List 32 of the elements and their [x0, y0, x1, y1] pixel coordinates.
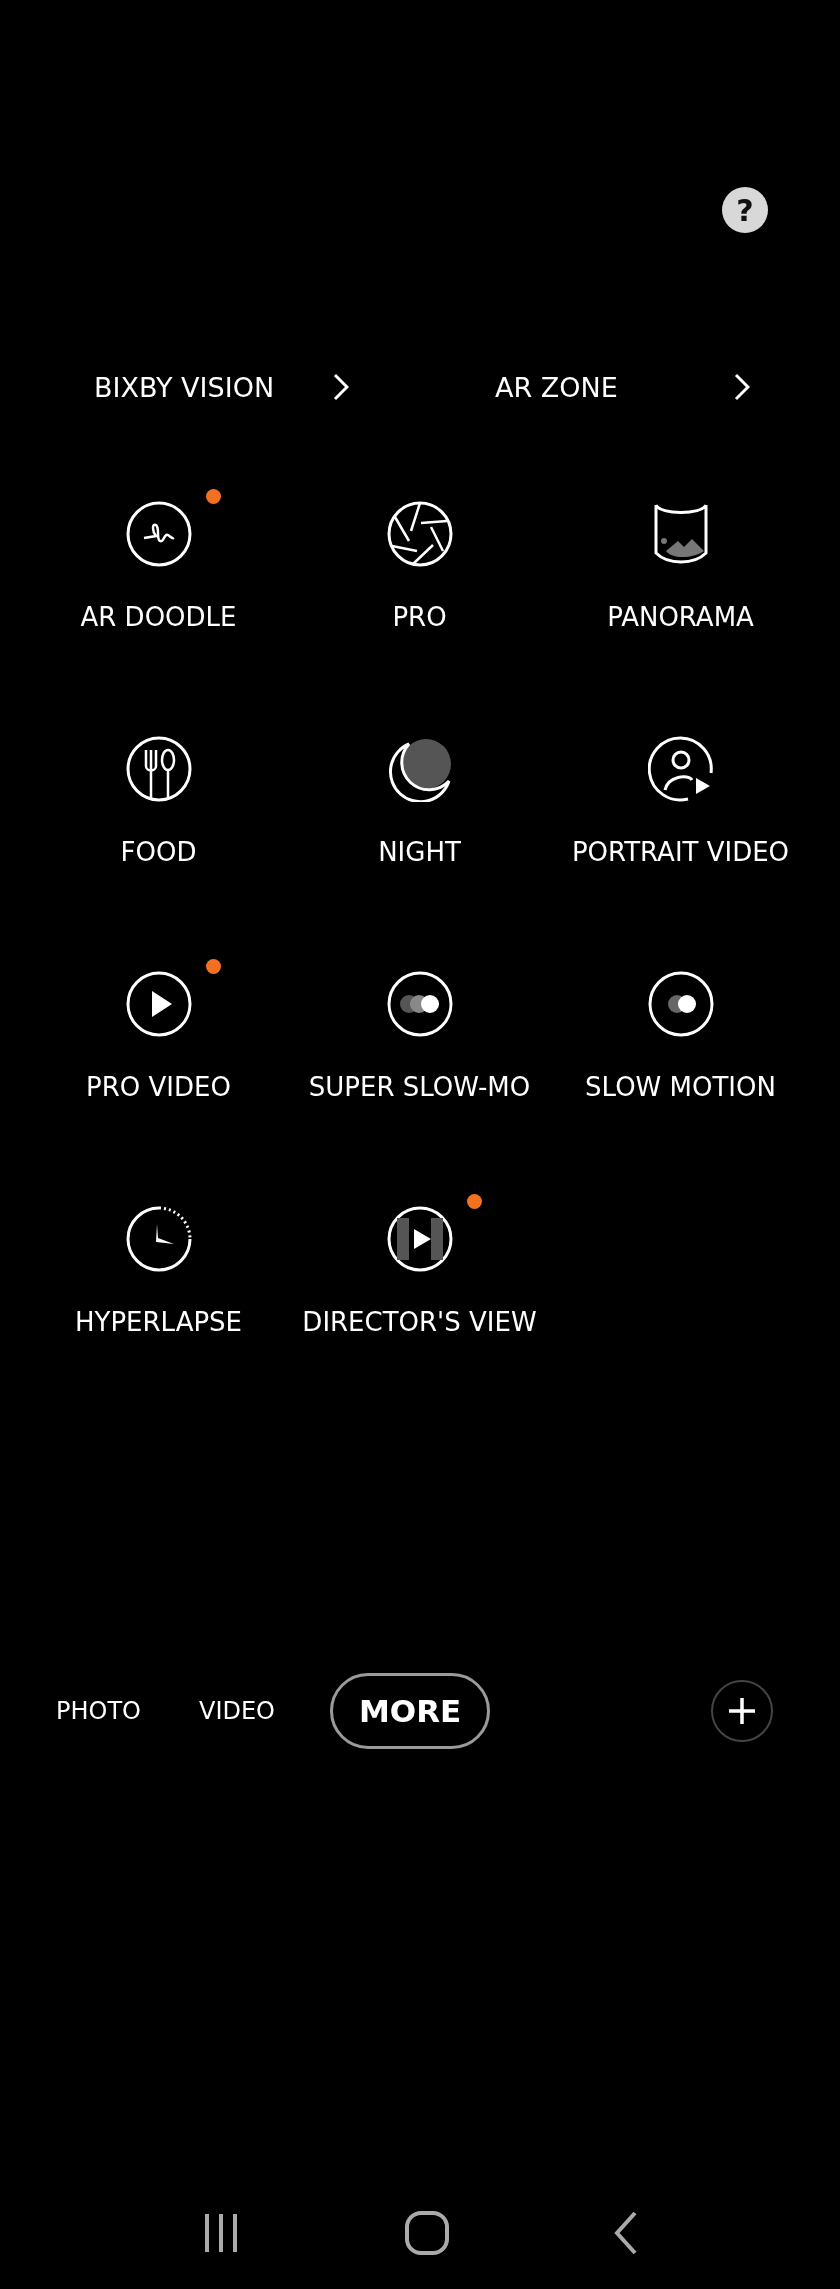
mode-tab[interactable]: MORE: [330, 1673, 491, 1749]
mode-label: NIGHT: [378, 838, 461, 866]
mode-label: HYPERLAPSE: [74, 1308, 243, 1336]
mode-label: SUPER SLOW-MO: [308, 1073, 531, 1101]
play-icon[interactable]: [125, 971, 192, 1037]
mode-label: DIRECTOR'S VIEW: [302, 1308, 537, 1336]
mode-label: PANORAMA: [607, 603, 754, 631]
mode-label: PRO: [392, 603, 447, 631]
moon-icon[interactable]: [386, 736, 453, 802]
mode-label: SLOW MOTION: [585, 1073, 776, 1101]
scribble-icon[interactable]: [125, 501, 192, 567]
link-label[interactable]: BIXBY VISION: [94, 371, 275, 403]
chevron-right-icon: [734, 373, 750, 401]
mode-tab[interactable]: PHOTO: [53, 1673, 144, 1749]
mode-label: PRO VIDEO: [86, 1073, 231, 1101]
mode-label: PORTRAIT VIDEO: [571, 838, 790, 866]
link-label[interactable]: AR ZONE: [495, 371, 618, 403]
two-dots-icon[interactable]: [647, 971, 714, 1037]
three-dots-icon[interactable]: [386, 971, 453, 1037]
clock-icon[interactable]: [125, 1206, 192, 1272]
home-icon[interactable]: [404, 2210, 450, 2256]
chevron-right-icon: [333, 373, 349, 401]
plus-icon: [727, 1696, 757, 1726]
mode-label: FOOD: [120, 838, 197, 866]
fork-spoon-icon[interactable]: [125, 736, 192, 802]
film-play-icon[interactable]: [386, 1206, 453, 1272]
mode-label: AR DOODLE: [80, 603, 237, 631]
aperture-icon[interactable]: [386, 501, 453, 567]
mode-tab[interactable]: VIDEO: [195, 1673, 278, 1749]
help-button[interactable]: ?: [722, 187, 768, 233]
person-play-icon[interactable]: [647, 736, 714, 802]
back-icon[interactable]: [612, 2210, 639, 2256]
